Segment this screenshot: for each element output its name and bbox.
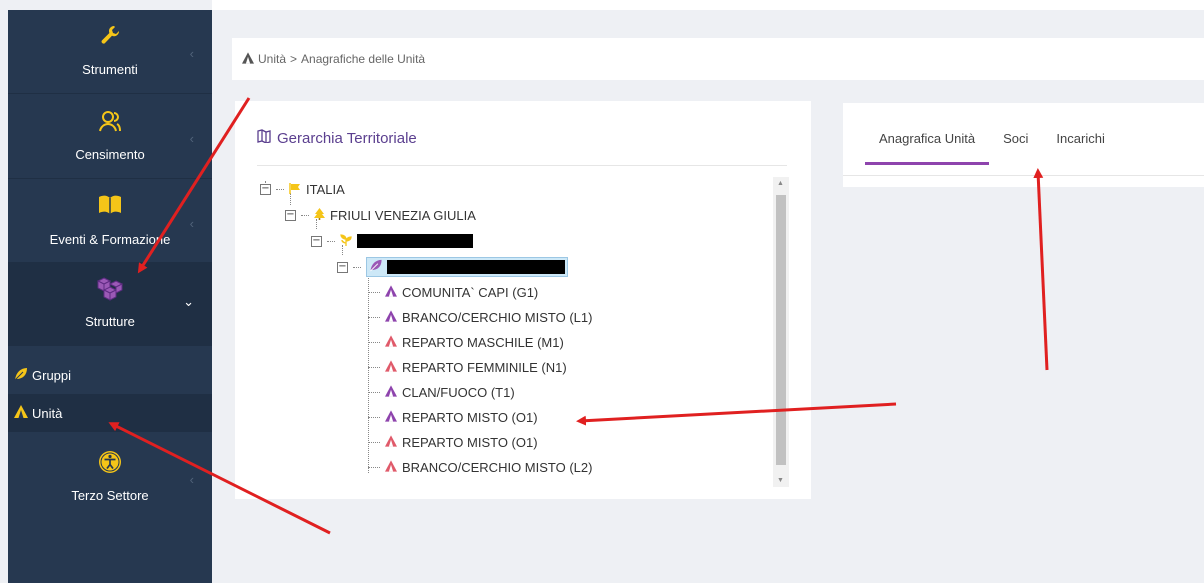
accessibility-icon [8,450,212,474]
tent-icon [385,384,397,400]
tree-node-label: FRIULI VENEZIA GIULIA [330,207,476,223]
tree-node-unit[interactable]: REPARTO FEMMINILE (N1) [368,356,567,378]
sidebar-subitem-gruppi[interactable]: Gruppi [8,356,212,394]
sidebar-item-label: Strumenti [82,62,138,77]
divider [843,175,1204,176]
sidebar-item-label: Strutture [85,314,135,329]
territory-tree: − ITALIA − FRIULI VENEZIA GIULIA − − COM… [255,177,765,487]
tent-icon [385,434,397,450]
sidebar-item-label: Terzo Settore [71,488,149,503]
scroll-up-icon[interactable]: ▲ [777,180,784,187]
tree-node-label: REPARTO FEMMINILE (N1) [402,359,567,375]
selected-group[interactable] [366,257,568,277]
sidebar-item-censimento[interactable]: Censimento ‹ [8,95,212,179]
flag-icon [289,182,301,197]
tent-icon [385,334,397,350]
sidebar: Strumenti ‹ Censimento ‹ Eventi & Formaz… [8,10,212,583]
tree-node-label: REPARTO MISTO (O1) [402,434,538,450]
tree-node-label: COMUNITA` CAPI (G1) [402,284,539,300]
tab-bar: Anagrafica Unità Soci Incarichi [865,131,1119,165]
panel-title: Gerarchia Territoriale [257,129,417,147]
tree-node-label: CLAN/FUOCO (T1) [402,384,515,400]
tent-icon [385,359,397,375]
map-icon [257,129,271,147]
breadcrumb-separator: > [290,52,298,66]
tab-soci[interactable]: Soci [989,131,1042,165]
sidebar-item-eventi-formazione[interactable]: Eventi & Formazione ‹ [8,180,212,264]
users-icon [8,109,212,133]
chevron-left-icon: ‹ [189,131,194,146]
tree-node-unit[interactable]: REPARTO MASCHILE (M1) [368,331,564,353]
breadcrumb: Unità > Anagrafiche delle Unità [232,38,1204,80]
tent-icon [242,51,254,67]
tree-node-unit[interactable]: REPARTO MISTO (O1) [368,431,538,453]
tree-node-unit[interactable]: BRANCO/CERCHIO MISTO (L1) [368,306,592,328]
panel-title-text: Gerarchia Territoriale [277,129,417,147]
collapse-toggle[interactable]: − [260,183,271,195]
tab-anagrafica-unita[interactable]: Anagrafica Unità [865,131,990,165]
scroll-down-icon[interactable]: ▼ [777,477,784,484]
tent-icon [14,405,28,421]
breadcrumb-root[interactable]: Unità [258,52,286,66]
tree-node-label: REPARTO MASCHILE (M1) [402,334,564,350]
tent-icon [385,409,397,425]
tree-node-unit[interactable]: COMUNITA` CAPI (G1) [368,281,538,303]
tab-incarichi[interactable]: Incarichi [1042,131,1118,165]
tree-scrollbar[interactable]: ▲ ▼ [773,177,789,487]
tree-node-label: ITALIA [306,181,345,197]
tree-node-label: BRANCO/CERCHIO MISTO (L2) [402,459,593,475]
tree-node-unit[interactable]: REPARTO MISTO (O1) [368,406,538,428]
cubes-icon [8,276,212,301]
sidebar-subitem-unita[interactable]: Unità [8,394,212,432]
sidebar-item-label: Censimento [75,147,145,162]
redacted-text [357,234,473,248]
collapse-toggle[interactable]: − [337,261,348,273]
tree-node-italia[interactable]: − ITALIA [260,178,345,200]
sidebar-item-strumenti[interactable]: Strumenti ‹ [8,10,212,94]
sidebar-subitem-label: Gruppi [32,367,72,383]
chevron-left-icon: ‹ [189,216,194,231]
book-icon [8,194,212,218]
tent-icon [385,309,397,325]
chevron-left-icon: ‹ [189,46,194,61]
collapse-toggle[interactable]: − [285,209,296,221]
tent-icon [385,459,397,475]
tree-node-region[interactable]: − FRIULI VENEZIA GIULIA [285,204,476,226]
tree-node-label: BRANCO/CERCHIO MISTO (L1) [402,309,593,325]
tent-icon [385,284,397,300]
sidebar-item-label: Eventi & Formazione [49,232,171,247]
sprout-icon [340,233,352,249]
chevron-left-icon: ‹ [189,472,194,487]
tree-node-group[interactable]: − [337,256,568,278]
tree-node-label: REPARTO MISTO (O1) [402,409,538,425]
tree-node-zone[interactable]: − [311,230,473,252]
sidebar-subitem-label: Unità [32,405,63,421]
leaf-icon [14,367,28,384]
hierarchy-panel: Gerarchia Territoriale − ITALIA − FRIULI… [235,101,811,499]
chevron-down-icon: ⌄ [183,294,194,309]
tree-node-unit[interactable]: BRANCO/CERCHIO MISTO (L2) [368,456,592,478]
scrollbar-thumb[interactable] [776,195,786,465]
top-bar [212,0,1204,10]
divider [257,165,787,166]
redacted-text [387,260,565,274]
pine-icon [314,207,325,223]
breadcrumb-current: Anagrafiche delle Unità [301,52,426,66]
sidebar-item-terzo-settore[interactable]: Terzo Settore ‹ [8,436,212,520]
collapse-toggle[interactable]: − [311,235,322,247]
unit-detail-panel: Anagrafica Unità Soci Incarichi [843,103,1204,187]
leaf-icon [369,259,383,275]
wrench-icon [8,24,212,48]
tree-node-unit[interactable]: CLAN/FUOCO (T1) [368,381,515,403]
sidebar-item-strutture[interactable]: Strutture ⌄ [8,262,212,346]
arrow-to-soci [1033,168,1049,371]
